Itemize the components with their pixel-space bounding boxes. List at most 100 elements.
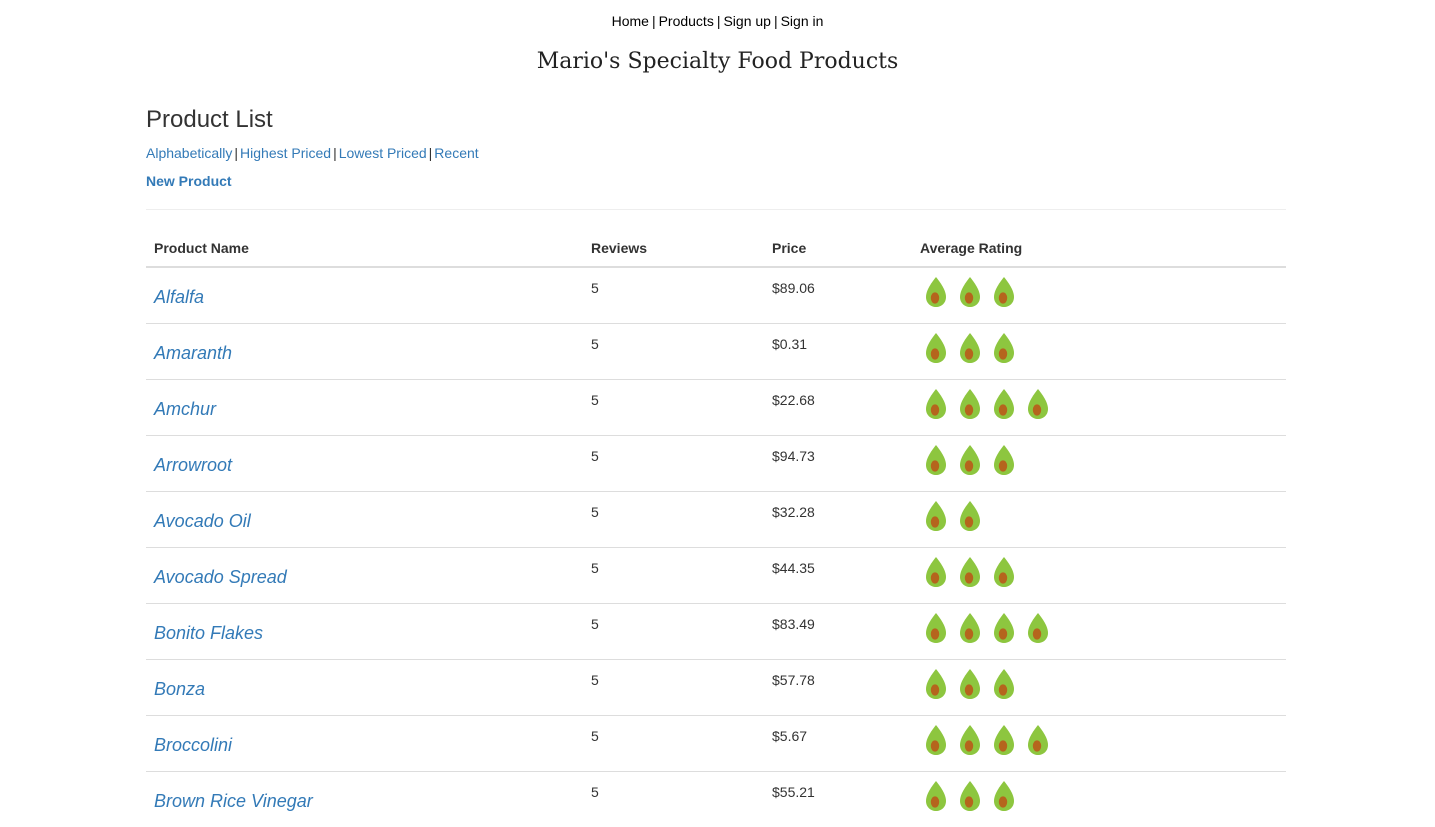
- sort-separator: |: [333, 145, 337, 161]
- product-link[interactable]: Avocado Oil: [154, 510, 251, 532]
- avocado-icon: [926, 500, 946, 531]
- cell-reviews: 5: [583, 546, 764, 603]
- cell-average-rating: [912, 434, 1286, 491]
- cell-product-name: Bonito Flakes: [146, 602, 583, 659]
- avocado-icon: [926, 556, 946, 587]
- cell-reviews: 5: [583, 602, 764, 659]
- price-value: $32.28: [772, 503, 815, 520]
- table-row: Alfalfa 5 $89.06: [146, 267, 1286, 323]
- price-value: $0.31: [772, 335, 808, 352]
- reviews-count: 5: [591, 503, 599, 520]
- nav-separator: |: [716, 13, 721, 29]
- table-row: Bonza 5 $57.78: [146, 658, 1286, 715]
- rating-avocados: [920, 724, 1278, 756]
- product-table: Product Name Reviews Price Average Ratin…: [146, 230, 1286, 827]
- cell-product-name: Amchur: [146, 378, 583, 435]
- product-link[interactable]: Bonza: [154, 678, 205, 700]
- sort-separator: |: [234, 145, 239, 161]
- nav-signup-link[interactable]: Sign up: [723, 13, 770, 29]
- avocado-icon: [926, 668, 946, 699]
- rating-avocados: [920, 332, 1278, 364]
- sort-lowest-priced-link[interactable]: Lowest Priced: [339, 145, 427, 161]
- cell-average-rating: [912, 658, 1286, 715]
- reviews-count: 5: [591, 671, 599, 688]
- new-product-link[interactable]: New Product: [146, 172, 232, 190]
- cell-price: $0.31: [764, 322, 912, 379]
- rating-avocados: [920, 612, 1278, 644]
- cell-product-name: Arrowroot: [146, 434, 583, 491]
- avocado-icon: [1028, 612, 1048, 643]
- product-link[interactable]: Amaranth: [154, 342, 232, 364]
- price-value: $57.78: [772, 671, 815, 688]
- header-product-name: Product Name: [146, 230, 583, 268]
- reviews-count: 5: [591, 559, 599, 576]
- cell-price: $44.35: [764, 546, 912, 603]
- avocado-icon: [994, 332, 1014, 363]
- cell-average-rating: [912, 714, 1286, 771]
- avocado-icon: [994, 668, 1014, 699]
- avocado-icon: [994, 780, 1014, 811]
- product-link[interactable]: Avocado Spread: [154, 566, 287, 588]
- sort-highest-priced-link[interactable]: Highest Priced: [240, 145, 331, 161]
- product-link[interactable]: Amchur: [154, 398, 216, 420]
- main-content: Product List Alphabetically | Highest Pric…: [146, 104, 1286, 827]
- page-title: Product List: [146, 106, 273, 133]
- cell-average-rating: [912, 322, 1286, 379]
- product-link[interactable]: Alfalfa: [154, 286, 204, 308]
- rating-avocados: [920, 276, 1278, 308]
- cell-average-rating: [912, 267, 1286, 323]
- cell-product-name: Bonza: [146, 658, 583, 715]
- rating-avocados: [920, 500, 1278, 532]
- nav-separator: |: [773, 13, 778, 29]
- avocado-icon: [926, 388, 946, 419]
- cell-reviews: 5: [583, 434, 764, 491]
- price-value: $94.73: [772, 447, 815, 464]
- avocado-icon: [960, 556, 980, 587]
- nav-home-link[interactable]: Home: [612, 13, 649, 29]
- cell-price: $57.78: [764, 658, 912, 715]
- product-link[interactable]: Arrowroot: [154, 454, 232, 476]
- cell-reviews: 5: [583, 658, 764, 715]
- cell-product-name: Broccolini: [146, 714, 583, 771]
- table-header-row: Product Name Reviews Price Average Ratin…: [146, 230, 1286, 268]
- cell-product-name: Amaranth: [146, 322, 583, 379]
- reviews-count: 5: [591, 615, 599, 632]
- avocado-icon: [994, 277, 1014, 307]
- cell-price: $32.28: [764, 490, 912, 547]
- rating-avocados: [920, 556, 1278, 588]
- reviews-count: 5: [591, 727, 599, 744]
- cell-reviews: 5: [583, 490, 764, 547]
- price-value: $22.68: [772, 391, 815, 408]
- avocado-icon: [960, 500, 980, 531]
- sort-separator: |: [428, 145, 433, 161]
- cell-price: $83.49: [764, 602, 912, 659]
- reviews-count: 5: [591, 335, 599, 352]
- cell-product-name: Alfalfa: [146, 267, 583, 323]
- product-link[interactable]: Broccolini: [154, 734, 232, 756]
- table-row: Broccolini 5 $5.67: [146, 714, 1286, 771]
- cell-price: $55.21: [764, 770, 912, 827]
- cell-reviews: 5: [583, 714, 764, 771]
- nav-products-link[interactable]: Products: [659, 13, 714, 29]
- sort-links: Alphabetically | Highest Priced | Lowest Pri…: [146, 144, 1286, 162]
- avocado-icon: [960, 277, 980, 307]
- cell-average-rating: [912, 378, 1286, 435]
- avocado-icon: [926, 277, 946, 307]
- avocado-icon: [994, 556, 1014, 587]
- cell-price: $89.06: [764, 267, 912, 323]
- avocado-icon: [926, 444, 946, 475]
- header-average-rating: Average Rating: [912, 230, 1286, 268]
- product-rows: Alfalfa 5 $89.06 Amaranth 5 $0.31 Amchur 5 $22.6…: [146, 267, 1286, 827]
- cell-price: $5.67: [764, 714, 912, 771]
- product-link[interactable]: Brown Rice Vinegar: [154, 790, 313, 812]
- cell-reviews: 5: [583, 267, 764, 323]
- sort-alphabetically-link[interactable]: Alphabetically: [146, 145, 232, 161]
- nav-signin-link[interactable]: Sign in: [781, 13, 824, 29]
- sort-recent-link[interactable]: Recent: [434, 145, 478, 161]
- avocado-icon: [960, 668, 980, 699]
- avocado-icon: [994, 388, 1014, 419]
- table-row: Amaranth 5 $0.31: [146, 322, 1286, 379]
- avocado-icon: [960, 780, 980, 811]
- avocado-icon: [960, 332, 980, 363]
- product-link[interactable]: Bonito Flakes: [154, 622, 263, 644]
